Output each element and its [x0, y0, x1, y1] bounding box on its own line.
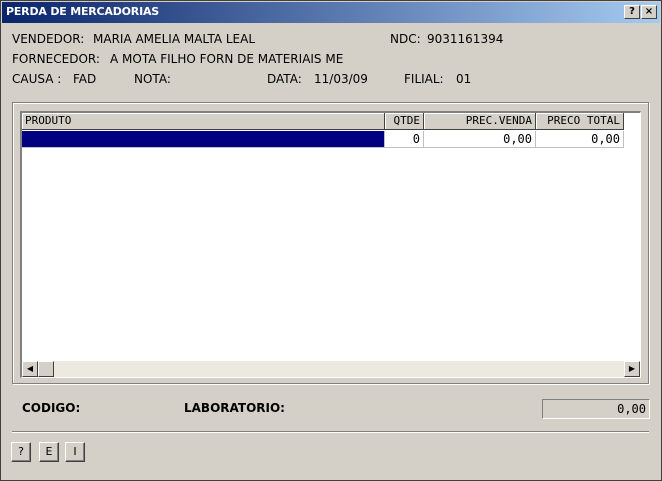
help-button[interactable]: ?: [11, 442, 31, 462]
scroll-right-button[interactable]: ▶: [624, 361, 640, 377]
column-header-prec-venda[interactable]: PREC.VENDA: [424, 113, 536, 130]
laboratorio-label: LABORATORIO:: [184, 401, 285, 415]
i-button[interactable]: I: [65, 442, 85, 462]
close-button[interactable]: ×: [641, 5, 657, 19]
filial-label: FILIAL:: [404, 72, 444, 86]
filial-value: 01: [456, 72, 472, 86]
vendedor-value: MARIA AMELIA MALTA LEAL: [93, 32, 256, 46]
separator: [12, 431, 649, 433]
scroll-left-button[interactable]: ◀: [22, 361, 38, 377]
help-title-button[interactable]: ?: [624, 5, 640, 19]
e-button[interactable]: E: [39, 442, 59, 462]
cell-prec-venda[interactable]: 0,00: [424, 131, 536, 148]
column-header-qtde[interactable]: QTDE: [385, 113, 424, 130]
window-title: PERDA DE MERCADORIAS: [6, 5, 159, 18]
fornecedor-label: FORNECEDOR:: [12, 52, 100, 66]
fornecedor-value: A MOTA FILHO FORN DE MATERIAIS ME: [110, 52, 344, 66]
column-header-preco-total[interactable]: PRECO TOTAL: [536, 113, 624, 130]
perda-mercadorias-window: PERDA DE MERCADORIAS ? × VENDEDOR: MARIA…: [0, 0, 662, 481]
data-label: DATA:: [267, 72, 302, 86]
ndc-label: NDC:: [390, 32, 421, 46]
title-bar[interactable]: PERDA DE MERCADORIAS ? ×: [2, 2, 660, 23]
ndc-value: 9031161394: [427, 32, 504, 46]
cell-qtde[interactable]: 0: [385, 131, 424, 148]
scroll-thumb[interactable]: [38, 361, 54, 377]
nota-label: NOTA:: [134, 72, 171, 86]
cell-produto[interactable]: [22, 131, 385, 148]
causa-value: FAD: [73, 72, 97, 86]
causa-label: CAUSA :: [12, 72, 62, 86]
codigo-label: CODIGO:: [22, 401, 81, 415]
vendedor-label: VENDEDOR:: [12, 32, 85, 46]
data-value: 11/03/09: [314, 72, 368, 86]
column-header-produto[interactable]: PRODUTO: [22, 113, 385, 130]
products-grid[interactable]: PRODUTO QTDE PREC.VENDA PRECO TOTAL 0 0,…: [20, 111, 641, 378]
horizontal-scrollbar[interactable]: ◀ ▶: [22, 361, 640, 377]
cell-preco-total[interactable]: 0,00: [536, 131, 624, 148]
total-field: 0,00: [542, 399, 650, 419]
